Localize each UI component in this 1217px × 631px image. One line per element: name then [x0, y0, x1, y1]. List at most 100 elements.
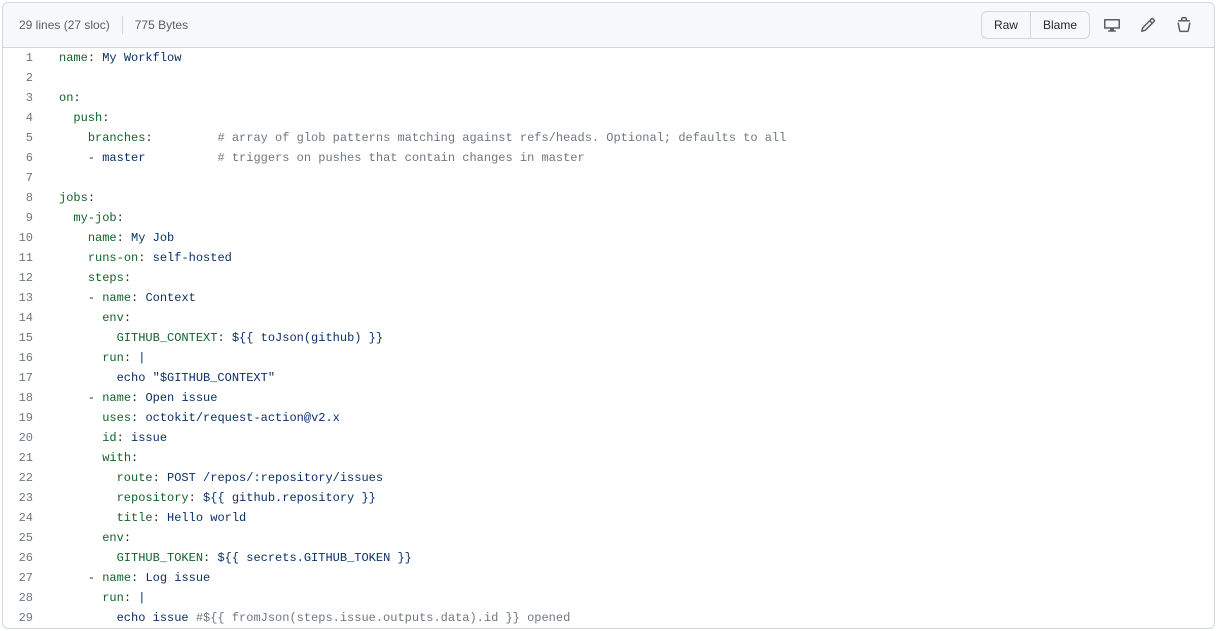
- line-number[interactable]: 20: [3, 428, 43, 448]
- line-content[interactable]: route: POST /repos/:repository/issues: [43, 468, 1214, 488]
- line-number[interactable]: 8: [3, 188, 43, 208]
- line-number[interactable]: 17: [3, 368, 43, 388]
- line-content[interactable]: env:: [43, 308, 1214, 328]
- line-content[interactable]: on:: [43, 88, 1214, 108]
- code-line: 20 id: issue: [3, 428, 1214, 448]
- line-number[interactable]: 15: [3, 328, 43, 348]
- line-content[interactable]: title: Hello world: [43, 508, 1214, 528]
- line-number[interactable]: 22: [3, 468, 43, 488]
- code-line: 7: [3, 168, 1214, 188]
- line-number[interactable]: 13: [3, 288, 43, 308]
- code-line: 22 route: POST /repos/:repository/issues: [3, 468, 1214, 488]
- line-content[interactable]: GITHUB_CONTEXT: ${{ toJson(github) }}: [43, 328, 1214, 348]
- code-line: 3on:: [3, 88, 1214, 108]
- file-viewer: 29 lines (27 sloc) 775 Bytes Raw Blame 1…: [2, 2, 1215, 629]
- trash-icon[interactable]: [1170, 11, 1198, 39]
- line-number[interactable]: 11: [3, 248, 43, 268]
- code-line: 17 echo "$GITHUB_CONTEXT": [3, 368, 1214, 388]
- line-content[interactable]: jobs:: [43, 188, 1214, 208]
- code-line: 15 GITHUB_CONTEXT: ${{ toJson(github) }}: [3, 328, 1214, 348]
- line-content[interactable]: echo "$GITHUB_CONTEXT": [43, 368, 1214, 388]
- line-content[interactable]: push:: [43, 108, 1214, 128]
- line-number[interactable]: 16: [3, 348, 43, 368]
- line-content[interactable]: run: |: [43, 348, 1214, 368]
- line-content[interactable]: - name: Open issue: [43, 388, 1214, 408]
- line-number[interactable]: 5: [3, 128, 43, 148]
- line-content[interactable]: id: issue: [43, 428, 1214, 448]
- code-line: 27 - name: Log issue: [3, 568, 1214, 588]
- line-content[interactable]: branches: # array of glob patterns match…: [43, 128, 1214, 148]
- line-content[interactable]: my-job:: [43, 208, 1214, 228]
- code-line: 12 steps:: [3, 268, 1214, 288]
- line-number[interactable]: 12: [3, 268, 43, 288]
- line-content[interactable]: [43, 168, 1214, 188]
- line-number[interactable]: 9: [3, 208, 43, 228]
- lines-count: 29 lines (27 sloc): [19, 18, 110, 32]
- code-line: 5 branches: # array of glob patterns mat…: [3, 128, 1214, 148]
- code-line: 14 env:: [3, 308, 1214, 328]
- line-number[interactable]: 29: [3, 608, 43, 628]
- button-group: Raw Blame: [981, 11, 1090, 39]
- line-content[interactable]: name: My Workflow: [43, 48, 1214, 68]
- file-stats: 29 lines (27 sloc) 775 Bytes: [19, 16, 188, 34]
- code-line: 9 my-job:: [3, 208, 1214, 228]
- line-content[interactable]: - master # triggers on pushes that conta…: [43, 148, 1214, 168]
- line-number[interactable]: 19: [3, 408, 43, 428]
- line-number[interactable]: 28: [3, 588, 43, 608]
- line-number[interactable]: 6: [3, 148, 43, 168]
- code-line: 28 run: |: [3, 588, 1214, 608]
- line-number[interactable]: 24: [3, 508, 43, 528]
- line-content[interactable]: - name: Log issue: [43, 568, 1214, 588]
- code-line: 19 uses: octokit/request-action@v2.x: [3, 408, 1214, 428]
- code-table: 1name: My Workflow23on:4 push:5 branches…: [3, 48, 1214, 628]
- line-number[interactable]: 21: [3, 448, 43, 468]
- line-number[interactable]: 4: [3, 108, 43, 128]
- edit-icon[interactable]: [1134, 11, 1162, 39]
- line-number[interactable]: 1: [3, 48, 43, 68]
- desktop-icon[interactable]: [1098, 11, 1126, 39]
- code-line: 29 echo issue #${{ fromJson(steps.issue.…: [3, 608, 1214, 628]
- line-number[interactable]: 14: [3, 308, 43, 328]
- code-line: 10 name: My Job: [3, 228, 1214, 248]
- line-content[interactable]: steps:: [43, 268, 1214, 288]
- code-line: 13 - name: Context: [3, 288, 1214, 308]
- code-line: 26 GITHUB_TOKEN: ${{ secrets.GITHUB_TOKE…: [3, 548, 1214, 568]
- line-content[interactable]: env:: [43, 528, 1214, 548]
- line-content[interactable]: GITHUB_TOKEN: ${{ secrets.GITHUB_TOKEN }…: [43, 548, 1214, 568]
- line-content[interactable]: with:: [43, 448, 1214, 468]
- code-line: 21 with:: [3, 448, 1214, 468]
- raw-button[interactable]: Raw: [981, 11, 1030, 39]
- line-number[interactable]: 2: [3, 68, 43, 88]
- file-header: 29 lines (27 sloc) 775 Bytes Raw Blame: [3, 3, 1214, 48]
- line-content[interactable]: runs-on: self-hosted: [43, 248, 1214, 268]
- code-line: 16 run: |: [3, 348, 1214, 368]
- line-number[interactable]: 10: [3, 228, 43, 248]
- line-content[interactable]: uses: octokit/request-action@v2.x: [43, 408, 1214, 428]
- file-size: 775 Bytes: [135, 18, 188, 32]
- line-number[interactable]: 18: [3, 388, 43, 408]
- code-line: 11 runs-on: self-hosted: [3, 248, 1214, 268]
- line-number[interactable]: 23: [3, 488, 43, 508]
- code-line: 6 - master # triggers on pushes that con…: [3, 148, 1214, 168]
- line-content[interactable]: run: |: [43, 588, 1214, 608]
- blame-button[interactable]: Blame: [1030, 11, 1090, 39]
- file-actions: Raw Blame: [981, 11, 1198, 39]
- line-number[interactable]: 27: [3, 568, 43, 588]
- code-line: 4 push:: [3, 108, 1214, 128]
- line-content[interactable]: [43, 68, 1214, 88]
- divider: [122, 16, 123, 34]
- code-line: 1name: My Workflow: [3, 48, 1214, 68]
- line-content[interactable]: repository: ${{ github.repository }}: [43, 488, 1214, 508]
- line-content[interactable]: echo issue #${{ fromJson(steps.issue.out…: [43, 608, 1214, 628]
- line-number[interactable]: 25: [3, 528, 43, 548]
- line-number[interactable]: 3: [3, 88, 43, 108]
- code-line: 23 repository: ${{ github.repository }}: [3, 488, 1214, 508]
- code-line: 2: [3, 68, 1214, 88]
- line-content[interactable]: name: My Job: [43, 228, 1214, 248]
- code-line: 18 - name: Open issue: [3, 388, 1214, 408]
- line-number[interactable]: 26: [3, 548, 43, 568]
- line-number[interactable]: 7: [3, 168, 43, 188]
- code-line: 24 title: Hello world: [3, 508, 1214, 528]
- line-content[interactable]: - name: Context: [43, 288, 1214, 308]
- code-line: 8jobs:: [3, 188, 1214, 208]
